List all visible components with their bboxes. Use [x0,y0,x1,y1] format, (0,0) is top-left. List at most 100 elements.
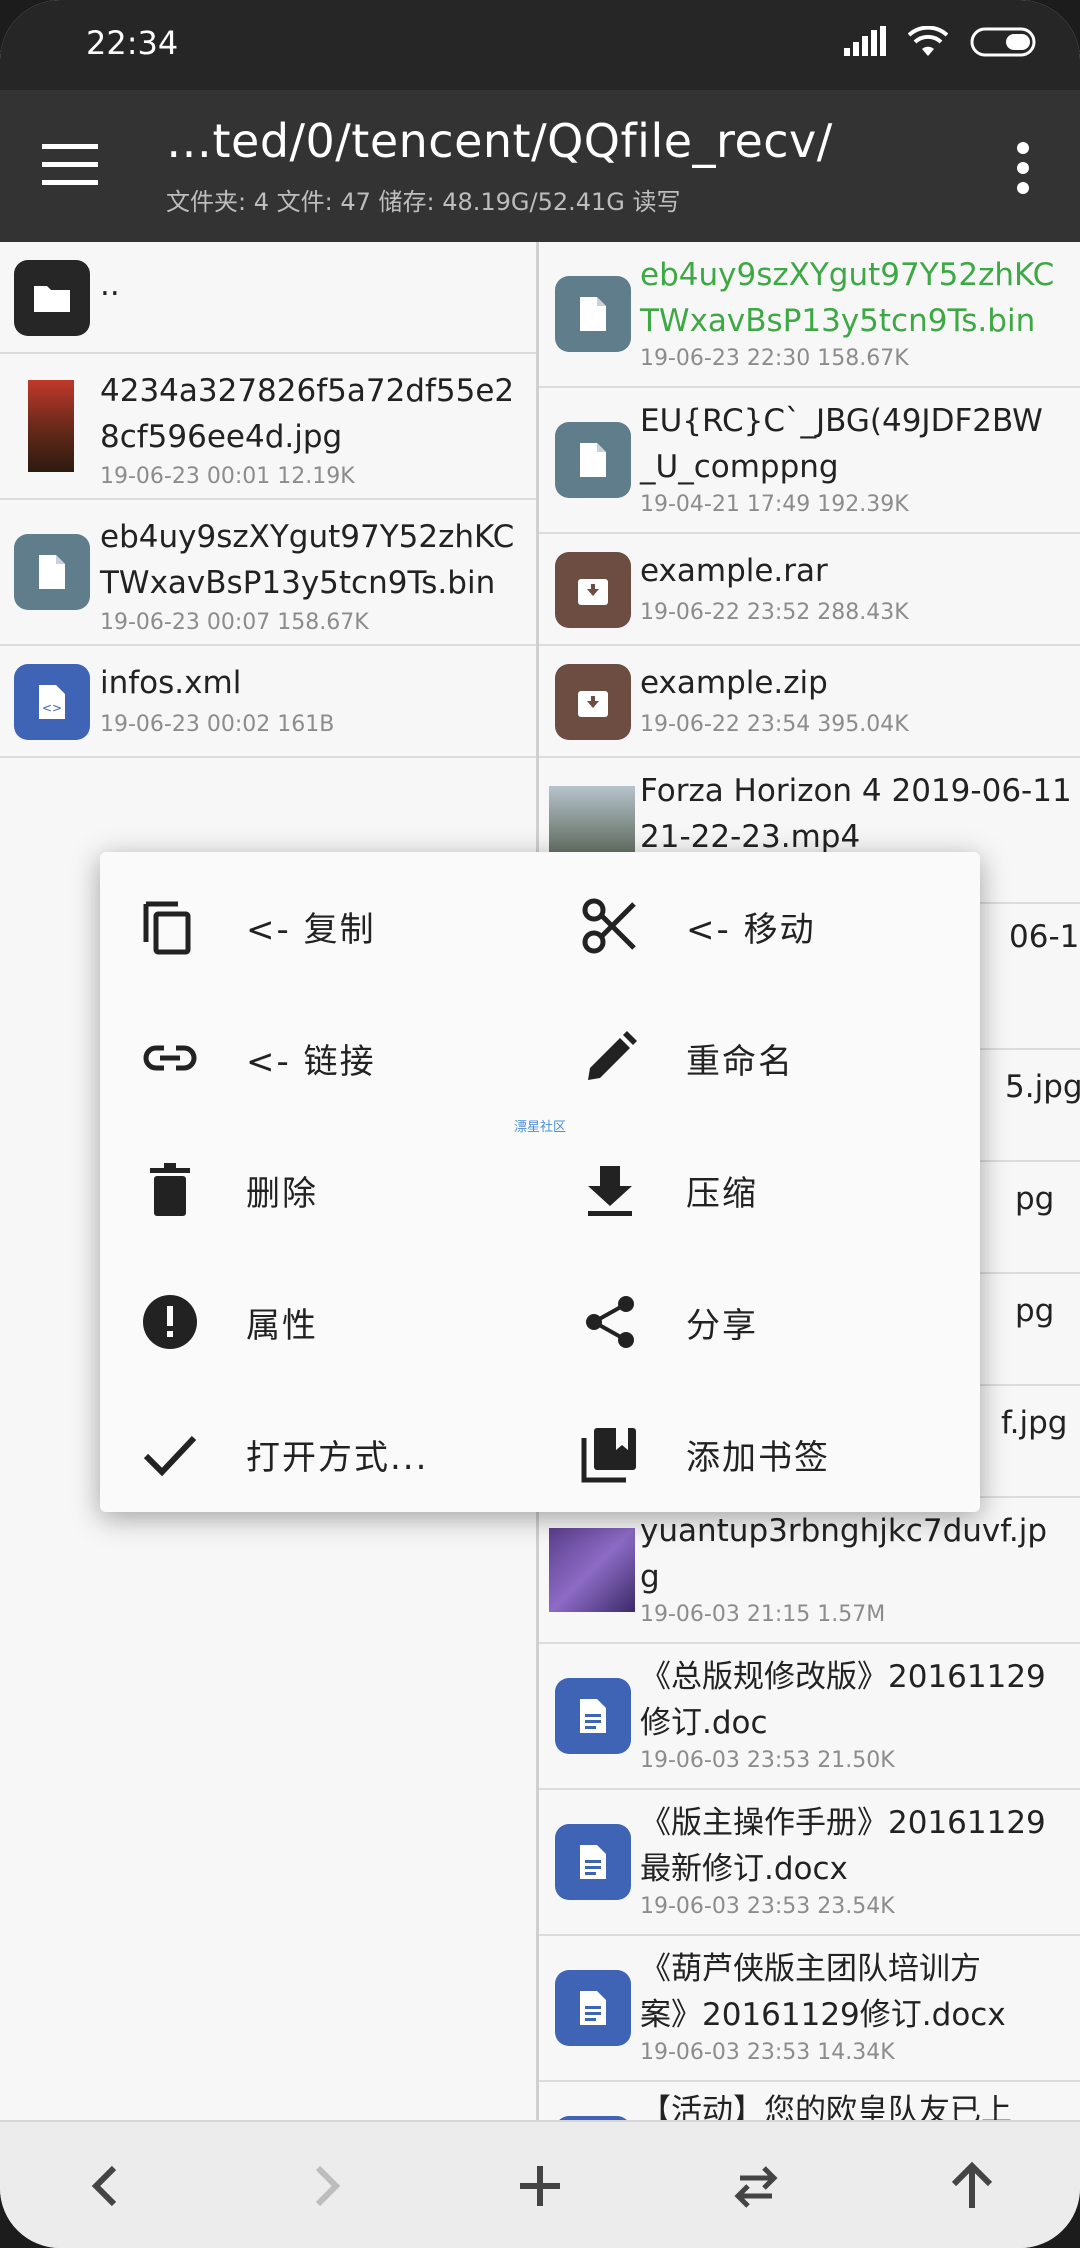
info-alert-icon [143,1295,197,1349]
menu-delete[interactable]: 删除 [100,1136,520,1236]
menu-label: 重命名 [686,1042,794,1082]
bookmark-library-icon [581,1428,636,1483]
file-meta: 19-06-23 00:01 12.19K [100,464,355,489]
list-item[interactable]: 4234a327826f5a72df55e2 8cf596ee4d.jpg 19… [0,354,536,500]
image-thumbnail [549,1528,635,1612]
list-item[interactable]: example.zip 19-06-22 23:54 395.04K [539,646,1080,758]
file-name: eb4uy9szXYgut97Y52zhKC TWxavBsP13y5tcn9T… [640,257,1055,339]
hamburger-menu-icon[interactable] [42,140,102,190]
file-name: 《版主操作手册》20161129 最新修订.docx [640,1805,1046,1887]
file-name: 4234a327826f5a72df55e2 8cf596ee4d.jpg [100,373,515,455]
list-item[interactable]: 【活动】您的欧皇队友已上 [539,2082,1080,2120]
file-name: example.rar [640,553,828,589]
menu-label: 添加书签 [686,1438,830,1478]
file-meta: 19-06-03 21:15 1.57M [640,1602,886,1627]
menu-label: 打开方式... [246,1438,429,1478]
file-meta: 19-06-22 23:54 395.04K [640,712,909,737]
menu-compress[interactable]: 压缩 [540,1136,960,1236]
list-item[interactable]: example.rar 19-06-22 23:52 288.43K [539,534,1080,646]
list-item[interactable]: eb4uy9szXYgut97Y52zhKC TWxavBsP13y5tcn9T… [0,500,536,646]
archive-icon [555,552,631,628]
archive-icon [555,664,631,740]
file-name: 06-11 [1009,919,1080,955]
menu-label: 压缩 [686,1174,758,1214]
copy-icon [143,901,191,955]
file-name: f.jpg [1001,1405,1068,1441]
more-vert-icon[interactable] [1008,140,1038,196]
menu-properties[interactable]: 属性 [100,1268,520,1368]
status-time: 22:34 [86,24,179,62]
menu-share[interactable]: 分享 [540,1268,960,1368]
status-icons [842,26,1040,58]
folder-icon [14,260,90,336]
file-meta: 19-06-03 23:53 21.50K [640,1748,895,1773]
doc-file-icon [555,1970,631,2046]
list-item[interactable]: .. [0,242,536,354]
list-item[interactable]: EU{RC}C`_JBG(49JDF2BW _U_comppng 19-04-2… [539,388,1080,534]
file-name: eb4uy9szXYgut97Y52zhKC TWxavBsP13y5tcn9T… [100,519,515,601]
swap-panes-icon[interactable] [726,2156,786,2216]
file-name: Forza Horizon 4 2019-06-11 21-22-23.mp4 [640,773,1072,855]
file-name: EU{RC}C`_JBG(49JDF2BW _U_comppng [640,403,1043,485]
file-name: 5.jpg [1005,1069,1080,1105]
menu-label: 属性 [246,1306,318,1346]
wifi-icon [908,26,948,56]
list-item[interactable]: <> infos.xml 19-06-23 00:02 161B [0,646,536,758]
file-name: pg [1015,1293,1055,1329]
trash-icon [150,1163,190,1216]
signal-icon [844,26,886,56]
menu-move[interactable]: <- 移动 [540,872,960,972]
pencil-icon [588,1031,637,1080]
file-meta: 19-04-21 17:49 192.39K [640,492,909,517]
file-icon [555,422,631,498]
list-item[interactable]: 《版主操作手册》20161129 最新修订.docx 19-06-03 23:5… [539,1790,1080,1936]
doc-file-icon [555,1678,631,1754]
menu-link[interactable]: <- 链接 [100,1004,520,1104]
watermark: 漂星社区 [514,1120,567,1135]
file-meta: 19-06-23 00:02 161B [100,712,335,737]
list-item[interactable]: 《总版规修改版》20161129 修订.doc 19-06-03 23:53 2… [539,1644,1080,1790]
menu-label: <- 复制 [246,910,376,950]
doc-file-icon [555,1824,631,1900]
back-icon[interactable] [76,2156,136,2216]
app-bar: …ted/0/tencent/QQfile_recv/ 文件夹: 4 文件: 4… [0,90,1080,242]
menu-rename[interactable]: 重命名 [540,1004,960,1104]
battery-icon [970,27,1036,57]
menu-label: 删除 [246,1174,318,1214]
scissors-icon [582,898,636,954]
list-item[interactable]: yuantup3rbnghjkc7duvf.jp g 19-06-03 21:1… [539,1498,1080,1644]
link-icon [143,1045,197,1071]
up-arrow-icon[interactable] [942,2156,1002,2216]
file-name: .. [100,267,120,303]
file-name: yuantup3rbnghjkc7duvf.jp g [640,1513,1048,1595]
list-item[interactable]: 《葫芦侠版主团队培训方 案》20161129修订.docx 19-06-03 2… [539,1936,1080,2082]
menu-open-with[interactable]: 打开方式... [100,1400,520,1500]
file-name: 《总版规修改版》20161129 修订.doc [640,1659,1046,1741]
check-icon [143,1435,197,1477]
file-meta: 19-06-22 23:52 288.43K [640,600,909,625]
share-icon [586,1296,634,1348]
video-thumbnail [549,786,635,862]
xml-file-icon: <> [14,664,90,740]
forward-icon[interactable] [296,2156,356,2216]
file-meta: 19-06-23 22:30 158.67K [640,346,909,371]
context-menu: <- 复制 <- 移动 <- 链接 重命名 删除 压缩 属性 分享 打开方式..… [100,852,980,1512]
screen: 22:34 …ted/0/tencent/QQfile_recv/ 文件夹: 4… [0,0,1080,2248]
file-name: infos.xml [100,665,242,701]
path-info: 文件夹: 4 文件: 47 储存: 48.19G/52.41G 读写 [166,188,681,216]
file-icon [14,534,90,610]
menu-copy[interactable]: <- 复制 [100,872,520,972]
menu-bookmark[interactable]: 添加书签 [540,1400,960,1500]
image-thumbnail [28,380,74,472]
file-name: 【活动】您的欧皇队友已上 [640,2093,1012,2120]
file-name: pg [1015,1181,1055,1217]
file-meta: 19-06-03 23:53 23.54K [640,1894,895,1919]
status-bar: 22:34 [0,0,1080,90]
file-name: 《葫芦侠版主团队培训方 案》20161129修订.docx [640,1951,1006,2033]
list-item[interactable]: eb4uy9szXYgut97Y52zhKC TWxavBsP13y5tcn9T… [539,242,1080,388]
file-meta: 19-06-23 00:07 158.67K [100,610,369,635]
menu-label: <- 链接 [246,1042,376,1082]
bottom-toolbar [0,2120,1080,2248]
add-icon[interactable] [510,2156,570,2216]
file-icon [555,276,631,352]
